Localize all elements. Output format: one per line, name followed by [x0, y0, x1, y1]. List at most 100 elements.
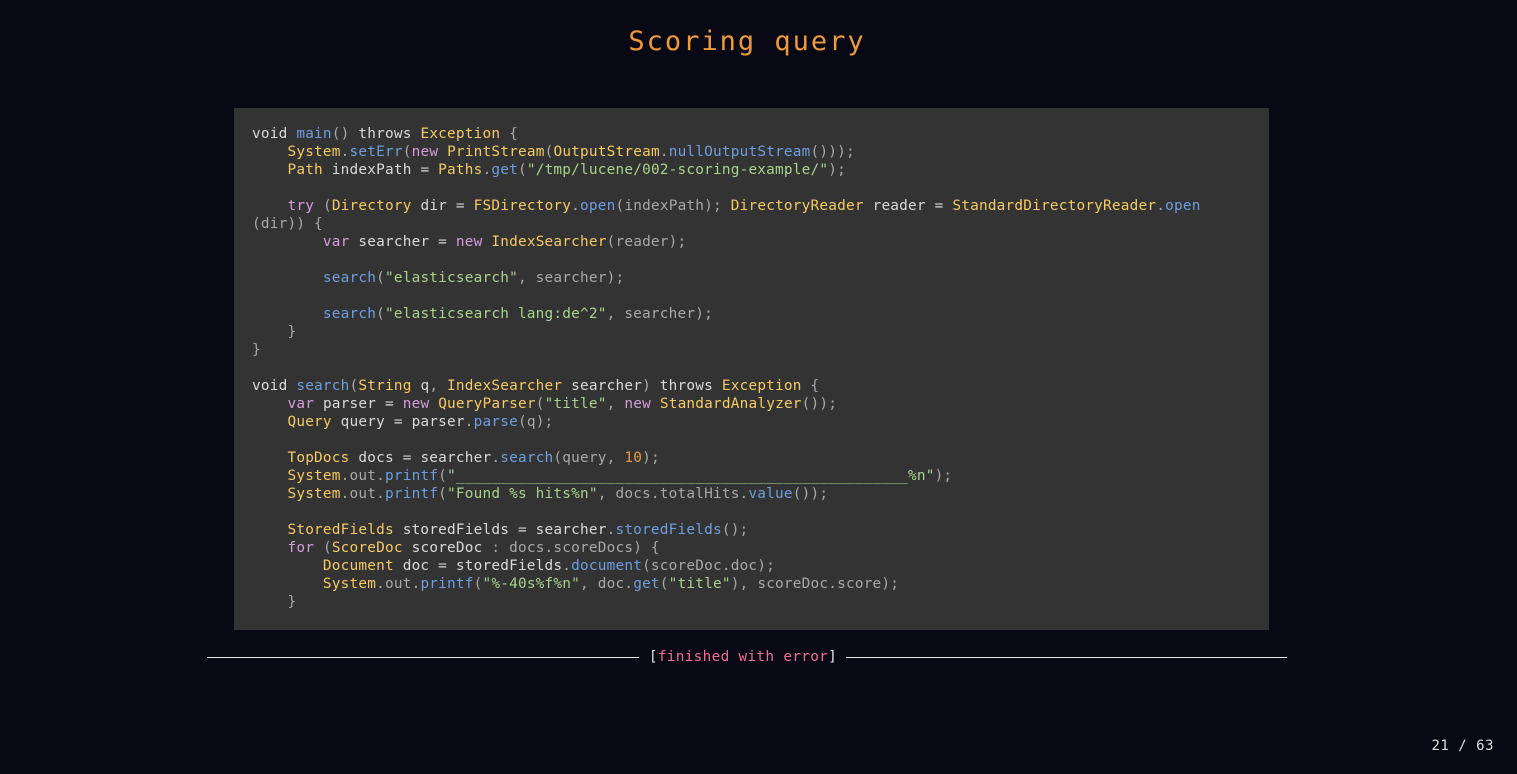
code-token: "title": [544, 396, 607, 412]
code-token: new: [411, 144, 448, 160]
code-token: IndexSearcher: [491, 234, 607, 250]
code-line: System.out.printf("Found %s hits%n", doc…: [252, 486, 828, 502]
code-token: search: [322, 270, 377, 286]
code-token: System: [287, 144, 341, 160]
code-token: query = parser: [331, 414, 465, 430]
code-token: : docs.scoreDocs) {: [491, 540, 660, 556]
code-token: String: [358, 378, 412, 394]
code-token: get: [633, 576, 660, 592]
code-token: search: [500, 450, 554, 466]
code-token: search: [322, 306, 377, 322]
code-token: StandardAnalyzer: [659, 396, 802, 412]
status-label: [finished with error]: [648, 647, 838, 667]
code-token: parser =: [322, 396, 403, 412]
code-token: ());: [801, 396, 838, 412]
code-token: (indexPath);: [615, 198, 731, 214]
code-line: void search(String q, IndexSearcher sear…: [252, 378, 819, 394]
code-token: ScoreDoc: [331, 540, 403, 556]
code-token: .: [340, 144, 350, 160]
code-token: , docs.totalHits.: [597, 486, 749, 502]
code-token: , searcher);: [606, 306, 713, 322]
code-token: "title": [668, 576, 731, 592]
code-line: }: [252, 594, 296, 610]
code-token: (: [438, 486, 448, 502]
slide-title: Scoring query: [628, 26, 866, 57]
code-token: OutputStream: [553, 144, 660, 160]
code-token: printf: [420, 576, 474, 592]
code-token: reader =: [863, 198, 953, 214]
code-token: (reader);: [606, 234, 687, 250]
code-token: (: [535, 396, 545, 412]
code-token: try: [287, 198, 323, 214]
code-token: setErr: [349, 144, 403, 160]
code-token: ()));: [810, 144, 855, 160]
code-line: try (Directory dir = FSDirectory.open(in…: [252, 198, 1201, 214]
code-token: void: [252, 378, 297, 394]
code-token: (: [322, 198, 332, 214]
code-token: var: [287, 396, 323, 412]
code-token: (q);: [517, 414, 554, 430]
code-token: Document: [322, 558, 394, 574]
code-token: "/tmp/lucene/002-scoring-example/": [526, 162, 829, 178]
code-token: }: [252, 324, 297, 340]
code-token: storedFields: [615, 522, 722, 538]
code-line: System.setErr(new PrintStream(OutputStre…: [252, 144, 855, 160]
code-token: (: [322, 540, 332, 556]
code-token: );: [934, 468, 953, 484]
code-token: System: [287, 468, 341, 484]
page-total: 63: [1476, 738, 1494, 754]
code-line: var parser = new QueryParser("title", ne…: [252, 396, 837, 412]
code-token: }: [252, 342, 261, 358]
code-token: throws: [358, 126, 421, 142]
code-token: );: [642, 450, 660, 466]
code-token: open: [1165, 198, 1201, 214]
code-token: (scoreDoc.doc);: [642, 558, 776, 574]
code-token: , doc.: [580, 576, 634, 592]
code-token: (query,: [553, 450, 625, 466]
code-token: "elasticsearch": [384, 270, 518, 286]
code-token: "Found %s hits%n": [447, 486, 598, 502]
code-token: doc = storedFields: [393, 558, 563, 574]
code-token: new: [402, 396, 439, 412]
code-token: void: [252, 126, 297, 142]
code-line: System.out.printf("%-40s%f%n", doc.get("…: [252, 576, 899, 592]
code-token: indexPath =: [322, 162, 439, 178]
code-token: }: [252, 594, 297, 610]
status-open-bracket: [: [648, 649, 658, 665]
code-token: throws: [659, 378, 722, 394]
code-token: .: [464, 414, 474, 430]
code-token: (: [376, 270, 385, 286]
code-token: ());: [792, 486, 829, 502]
code-line: (dir)) {: [252, 216, 323, 232]
code-token: parse: [473, 414, 518, 430]
code-line: }: [252, 324, 296, 340]
code-token: document: [571, 558, 643, 574]
code-line: Path indexPath = Paths.get("/tmp/lucene/…: [252, 162, 846, 178]
code-token: searcher: [562, 378, 643, 394]
page-counter: 21 / 63: [1431, 738, 1494, 754]
code-token: "%-40s%f%n": [482, 576, 581, 592]
code-token: Directory: [331, 198, 412, 214]
code-token: .out.: [340, 468, 385, 484]
code-token: .out.: [376, 576, 421, 592]
code-token: for: [287, 540, 323, 556]
code-token: Paths: [438, 162, 483, 178]
status-divider-right: [846, 657, 1287, 658]
code-token: "_______________________________________…: [447, 468, 935, 484]
code-block: void main() throws Exception { System.se…: [234, 108, 1269, 630]
code-line: }: [252, 342, 261, 358]
code-listing: void main() throws Exception { System.se…: [252, 125, 1269, 611]
code-token: );: [828, 162, 846, 178]
code-token: scoreDoc: [402, 540, 492, 556]
code-token: DirectoryReader: [730, 198, 864, 214]
code-token: QueryParser: [438, 396, 536, 412]
code-token: ): [642, 378, 660, 394]
code-token: FSDirectory: [473, 198, 572, 214]
code-line: void main() throws Exception {: [252, 126, 518, 142]
